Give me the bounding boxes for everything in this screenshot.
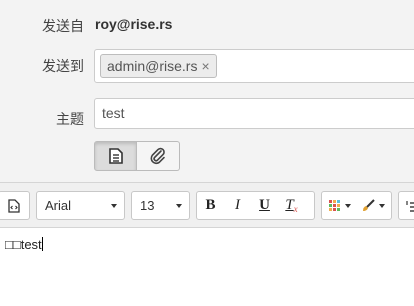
chevron-down-icon <box>345 203 351 208</box>
list-button[interactable] <box>398 191 414 220</box>
recipients-field[interactable]: admin@rise.rs × <box>94 49 414 83</box>
numbered-list-icon <box>406 200 414 212</box>
source-code-icon <box>8 198 20 213</box>
clear-format-button[interactable]: Tx <box>278 197 305 214</box>
recipient-chip-email: admin@rise.rs <box>107 58 198 74</box>
color-table-button[interactable] <box>322 199 356 212</box>
editor-content: □□test <box>5 237 43 252</box>
color-grid-icon <box>329 199 340 211</box>
bold-button[interactable]: B <box>197 197 224 214</box>
chevron-down-icon <box>176 204 182 208</box>
underline-button[interactable]: U <box>251 197 278 214</box>
compose-mode-group <box>94 141 180 172</box>
source-button[interactable] <box>0 191 30 220</box>
from-label: 发送自 <box>42 18 84 34</box>
italic-button[interactable]: I <box>224 197 251 214</box>
remove-recipient-button[interactable]: × <box>201 58 209 74</box>
from-address: roy@rise.rs <box>95 16 173 32</box>
to-label: 发送到 <box>42 58 84 74</box>
color-button-group <box>321 191 392 220</box>
document-icon <box>108 148 123 164</box>
font-size-value: 13 <box>140 198 155 213</box>
clear-format-icon: T <box>285 197 294 213</box>
editor-mode-button[interactable] <box>94 141 137 171</box>
format-button-group: B I U Tx <box>196 191 315 220</box>
editor-body[interactable]: □□test <box>0 228 414 306</box>
recipient-chip[interactable]: admin@rise.rs × <box>100 54 217 78</box>
subject-label: 主题 <box>56 111 84 127</box>
editor-text: □□test <box>5 237 42 252</box>
subject-input[interactable]: test <box>94 98 414 129</box>
chevron-down-icon <box>379 203 385 208</box>
font-size-select[interactable]: 13 <box>131 191 190 220</box>
brush-icon <box>363 199 375 211</box>
brush-button[interactable] <box>356 199 385 212</box>
clear-format-sub: x <box>293 204 298 214</box>
chevron-down-icon <box>111 204 117 208</box>
font-family-select[interactable]: Arial <box>36 191 125 220</box>
editor-toolbar: Arial 13 B I U Tx <box>0 182 414 228</box>
paperclip-icon <box>150 147 165 165</box>
attach-button[interactable] <box>137 141 180 171</box>
text-cursor <box>41 237 43 251</box>
font-family-value: Arial <box>45 198 72 213</box>
